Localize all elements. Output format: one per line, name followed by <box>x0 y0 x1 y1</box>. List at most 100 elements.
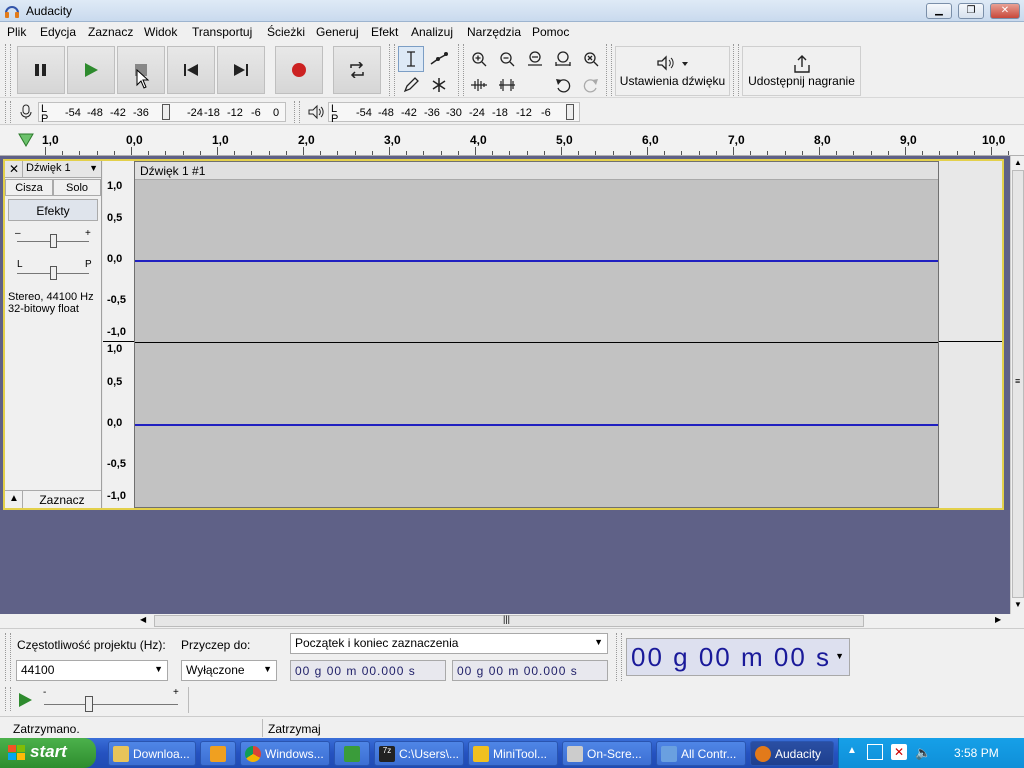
dropdown-arrow-icon[interactable]: ▼ <box>835 651 846 661</box>
zoom-out-button[interactable] <box>494 46 520 72</box>
mute-button[interactable]: Cisza <box>5 179 53 196</box>
toolbar-grip[interactable] <box>294 101 300 123</box>
fit-selection-button[interactable] <box>522 46 548 72</box>
recording-meter[interactable]: L P -54 -48 -42 -36 -24 -18 -12 -6 0 <box>38 102 286 125</box>
scroll-up-icon[interactable]: ▲ <box>1014 158 1022 167</box>
menu-view[interactable]: Widok <box>144 25 177 39</box>
taskbar-item-downloads[interactable]: Downloa... <box>108 741 196 766</box>
menu-tools[interactable]: Narzędzia <box>467 25 521 39</box>
silence-button[interactable] <box>494 72 520 98</box>
toolbar-grip[interactable] <box>5 44 11 96</box>
volume-icon[interactable]: 🔈 <box>915 745 931 761</box>
multi-tool[interactable] <box>426 72 452 98</box>
close-track-icon[interactable]: ✕ <box>9 162 19 176</box>
track-area[interactable]: ✕ Dźwięk 1 ▼ Cisza Solo Efekty – + L P St… <box>0 156 1010 614</box>
network-icon[interactable] <box>867 744 883 760</box>
clip-title-bar[interactable]: Dźwięk 1 #1 <box>135 162 938 180</box>
taskbar-item-onscreen-keyboard[interactable]: On-Scre... <box>562 741 652 766</box>
pause-button[interactable] <box>17 46 65 94</box>
taskbar-item-audacity[interactable]: Audacity <box>750 741 834 766</box>
project-rate-select[interactable]: 44100 ▼ <box>16 660 168 681</box>
menu-tracks[interactable]: Ścieżki <box>267 25 305 39</box>
audio-setup-button[interactable]: Ustawienia dźwięku <box>615 46 730 96</box>
snap-select[interactable]: Wyłączone ▼ <box>181 660 277 681</box>
record-meter-slider[interactable] <box>162 104 170 120</box>
toolbar-grip[interactable] <box>5 101 11 123</box>
horizontal-scrollbar[interactable]: ◀ ||| ▶ <box>140 614 1010 628</box>
zoom-in-button[interactable] <box>466 46 492 72</box>
toolbar-grip[interactable] <box>5 633 11 681</box>
skip-to-end-button[interactable] <box>217 46 265 94</box>
taskbar-item-7zip[interactable]: 7z C:\Users\... <box>374 741 464 766</box>
scroll-left-icon[interactable]: ◀ <box>140 615 146 624</box>
maximize-button[interactable]: ❐ <box>958 3 984 19</box>
vertical-scale[interactable]: 1,0 0,5 0,0 -0,5 -1,0 1,0 0,5 0,0 -0,5 -… <box>103 161 134 508</box>
zoom-toggle-button[interactable] <box>578 46 604 72</box>
taskbar-item-control-panel[interactable]: All Contr... <box>656 741 746 766</box>
solo-button[interactable]: Solo <box>53 179 101 196</box>
playback-meter[interactable]: L P -54 -48 -42 -36 -30 -24 -18 -12 -6 <box>328 102 580 125</box>
record-button[interactable] <box>275 46 323 94</box>
play-head-icon[interactable] <box>18 133 34 147</box>
selection-mode-select[interactable]: Początek i koniec zaznaczenia ▼ <box>290 633 608 654</box>
stop-button[interactable] <box>117 46 165 94</box>
skip-to-start-button[interactable] <box>167 46 215 94</box>
minimize-button[interactable]: ▁ <box>926 3 952 19</box>
taskbar-item-media[interactable] <box>200 741 236 766</box>
menu-effect[interactable]: Efekt <box>371 25 398 39</box>
track-name-menu[interactable]: Dźwięk 1 ▼ <box>22 161 101 178</box>
track-select-bar[interactable]: ▲ Zaznacz <box>5 490 101 508</box>
play-button[interactable] <box>67 46 115 94</box>
collapse-icon[interactable]: ▲ <box>9 493 19 504</box>
scroll-right-icon[interactable]: ▶ <box>995 615 1001 624</box>
play-at-speed-icon[interactable] <box>17 692 33 708</box>
timeline-ruler[interactable]: 1,0 0,0 1,0 2,0 3,0 4,0 5,0 6,0 7,0 8,0 … <box>0 126 1024 156</box>
play-meter-slider[interactable] <box>566 104 574 120</box>
menu-file[interactable]: Plik <box>7 25 26 39</box>
pan-slider[interactable] <box>50 266 57 280</box>
toolbar-grip[interactable] <box>5 687 11 711</box>
selection-end-time[interactable]: 00 g 00 m 00.000 s <box>452 660 608 681</box>
effects-button[interactable]: Efekty <box>8 199 98 221</box>
menu-transport[interactable]: Transportuj <box>192 25 252 39</box>
tray-expand-icon[interactable]: ▲ <box>847 745 857 756</box>
scroll-down-icon[interactable]: ▼ <box>1014 600 1022 609</box>
toolbar-grip[interactable] <box>389 44 395 96</box>
selection-start-time[interactable]: 00 g 00 m 00.000 s <box>290 660 446 681</box>
speaker-icon[interactable] <box>307 104 325 120</box>
taskbar-item-minitool[interactable]: MiniTool... <box>468 741 558 766</box>
audio-track[interactable]: ✕ Dźwięk 1 ▼ Cisza Solo Efekty – + L P St… <box>3 159 1004 510</box>
undo-button[interactable] <box>550 72 576 98</box>
security-alert-icon[interactable]: ✕ <box>891 744 907 760</box>
selection-tool[interactable] <box>398 46 424 72</box>
envelope-tool[interactable] <box>426 46 452 72</box>
speed-slider[interactable] <box>85 696 93 712</box>
taskbar-item-chrome[interactable]: Windows... <box>240 741 330 766</box>
menu-edit[interactable]: Edycja <box>40 25 76 39</box>
share-audio-button[interactable]: Udostępnij nagranie <box>742 46 861 96</box>
vertical-scrollbar[interactable]: ▲ ≡ ▼ <box>1010 156 1024 614</box>
toolbar-grip[interactable] <box>458 44 464 96</box>
gain-slider[interactable] <box>50 234 57 248</box>
loop-button[interactable] <box>333 46 381 94</box>
redo-button[interactable] <box>578 72 604 98</box>
toolbar-grip[interactable] <box>616 633 622 681</box>
audio-position-display[interactable]: 00 g 00 m 00 s ▼ <box>626 638 850 676</box>
clock[interactable]: 3:58 PM <box>954 746 999 760</box>
toolbar-grip[interactable] <box>606 44 612 96</box>
taskbar-item-console[interactable] <box>334 741 370 766</box>
draw-tool[interactable] <box>398 72 424 98</box>
audio-clip[interactable]: Dźwięk 1 #1 <box>134 161 939 508</box>
close-button[interactable]: ✕ <box>990 3 1020 19</box>
start-button[interactable]: start <box>0 738 96 768</box>
select-track-button[interactable]: Zaznacz <box>22 491 101 508</box>
menu-generate[interactable]: Generuj <box>316 25 359 39</box>
microphone-icon[interactable] <box>19 104 33 120</box>
vertical-scroll-thumb[interactable]: ≡ <box>1012 170 1024 598</box>
menu-help[interactable]: Pomoc <box>532 25 569 39</box>
menu-analyze[interactable]: Analizuj <box>411 25 453 39</box>
trim-button[interactable] <box>466 72 492 98</box>
fit-project-button[interactable] <box>550 46 576 72</box>
toolbar-grip[interactable] <box>733 44 739 96</box>
horizontal-scroll-thumb[interactable]: ||| <box>154 614 864 627</box>
